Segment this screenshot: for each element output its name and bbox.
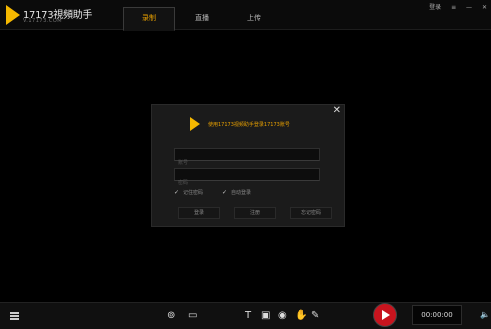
app-logo: 17173視頻助手 V.17173.COM [6, 5, 92, 25]
forgot-password-button[interactable]: 忘记密码 [290, 207, 332, 219]
text-icon[interactable]: T [245, 310, 251, 322]
password-input[interactable] [175, 177, 319, 189]
webcam-icon[interactable]: ◉ [278, 310, 287, 322]
window-controls: 登录 ≡ — ✕ [421, 2, 487, 14]
image-icon[interactable]: ▣ [261, 310, 270, 322]
screen-icon[interactable]: ▭ [188, 310, 197, 322]
camera-icon[interactable]: ⊚ [167, 310, 175, 322]
login-button[interactable]: 登录 [178, 207, 220, 219]
hand-icon[interactable]: ✋ [295, 310, 307, 322]
dialog-logo-icon [190, 117, 200, 131]
login-link[interactable]: 登录 [429, 2, 441, 11]
tab-upload[interactable]: 上传 [229, 8, 279, 29]
logo-mark-icon [6, 5, 20, 25]
dialog-title: 使用17173视频助手登录17173账号 [208, 122, 290, 128]
remember-password-checkbox[interactable]: ✓ 记住密码 [174, 189, 204, 197]
auto-login-label: 自动登录 [231, 190, 252, 196]
tab-record[interactable]: 录制 [123, 7, 175, 31]
volume-icon[interactable]: 🔈 [480, 310, 490, 319]
password-field [174, 168, 320, 189]
login-dialog: ✕ 使用17173视频助手登录17173账号 ✓记住密码 ✓自动登录 登录 注册… [151, 104, 345, 227]
auto-login-checkbox[interactable]: ✓ 自动登录 [222, 189, 252, 197]
record-button[interactable] [373, 303, 397, 327]
menu-icon[interactable]: ≡ [451, 4, 456, 11]
brush-icon[interactable]: ✎ [311, 310, 319, 322]
username-input[interactable] [175, 157, 319, 169]
check-icon: ✓ [174, 189, 180, 196]
register-button[interactable]: 注册 [234, 207, 276, 219]
list-menu-icon[interactable] [10, 312, 19, 320]
title-bar: 17173視頻助手 V.17173.COM 录制 直播 上传 登录 ≡ — ✕ [0, 0, 491, 31]
tab-live[interactable]: 直播 [177, 8, 227, 29]
dialog-close-icon[interactable]: ✕ [333, 105, 341, 117]
check-icon: ✓ [222, 189, 228, 196]
remember-password-label: 记住密码 [183, 190, 204, 196]
username-field [174, 148, 320, 169]
minimize-icon[interactable]: — [466, 4, 472, 11]
logo-subtext: V.17173.COM [23, 18, 63, 24]
close-icon[interactable]: ✕ [482, 4, 487, 11]
record-timer: 00:00:00 [412, 305, 462, 325]
